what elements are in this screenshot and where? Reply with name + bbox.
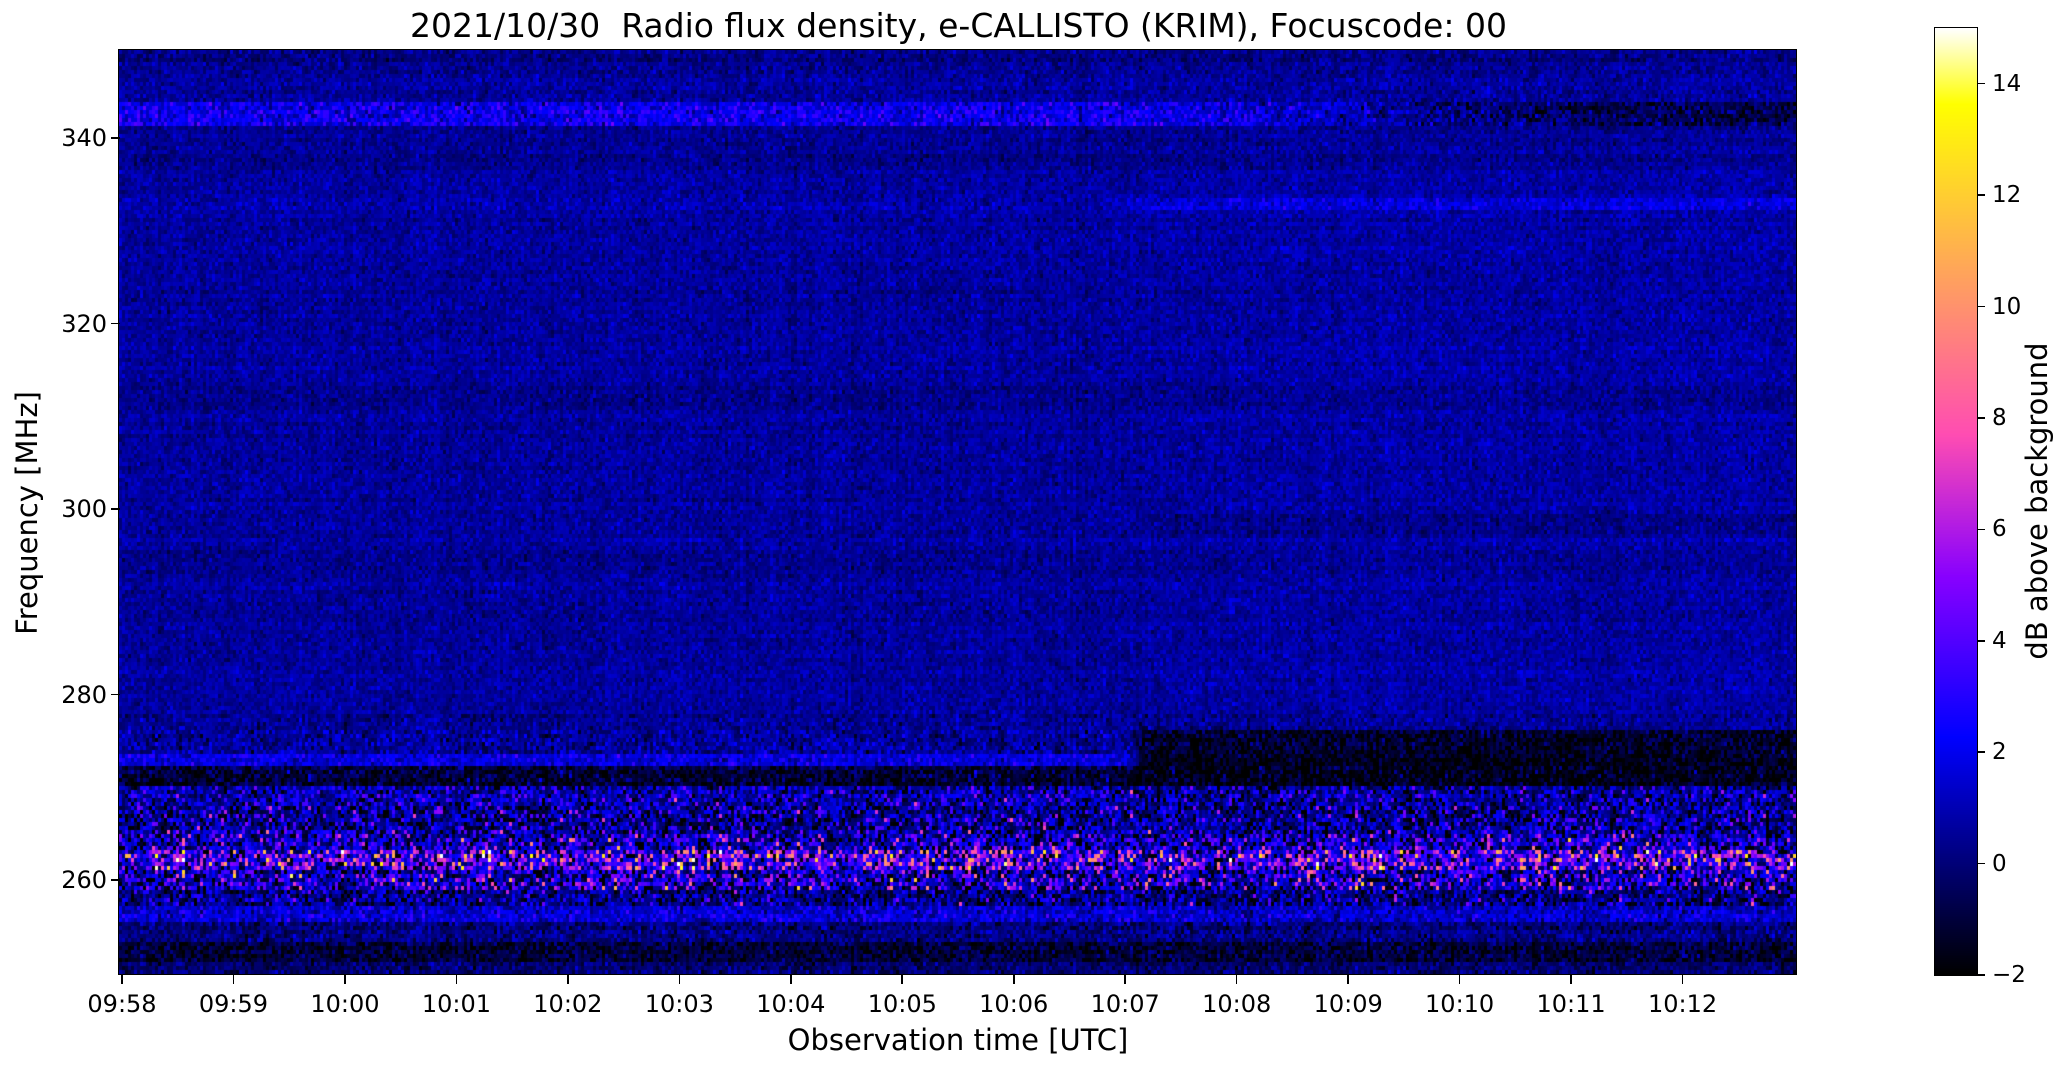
colorbar-tick-label: 14 [1992, 70, 2022, 97]
x-tick-mark [344, 975, 346, 984]
x-tick-label: 10:06 [979, 990, 1049, 1018]
x-tick-mark [1458, 975, 1461, 984]
colorbar-frame [1934, 27, 1978, 976]
x-tick-mark [232, 975, 235, 984]
colorbar-tick-mark [1978, 417, 1985, 419]
x-tick-mark [1235, 975, 1238, 984]
colorbar-tick-mark [1978, 974, 1985, 976]
x-tick-label: 10:02 [533, 990, 603, 1018]
x-tick-label: 10:00 [310, 990, 380, 1018]
axes-frame [118, 49, 1797, 975]
x-tick-mark [1012, 975, 1015, 984]
spectrogram-canvas [119, 50, 1796, 974]
y-tick-mark [111, 879, 120, 881]
x-tick-mark [1681, 975, 1684, 984]
colorbar-tick-label: 2 [1992, 739, 2007, 766]
x-tick-label: 10:08 [1202, 990, 1272, 1018]
y-tick-label: 300 [61, 495, 107, 523]
colorbar-tick-mark [1978, 639, 1985, 642]
x-tick-mark [1570, 975, 1572, 984]
colorbar-tick-mark [1978, 751, 1985, 753]
x-axis-label: Observation time [UTC] [787, 1023, 1129, 1057]
y-tick-mark [111, 322, 120, 325]
colorbar-tick-label: 12 [1992, 182, 2022, 209]
chart-title: 2021/10/30 Radio flux density, e-CALLIST… [410, 6, 1507, 45]
colorbar-tick-label: 0 [1992, 850, 2007, 877]
y-tick-label: 320 [61, 309, 107, 338]
x-tick-label: 10:10 [1425, 990, 1495, 1018]
colorbar-tick-mark [1978, 305, 1985, 308]
y-tick-mark [111, 693, 120, 696]
x-tick-mark [1347, 975, 1349, 984]
colorbar-tick-mark [1978, 528, 1985, 531]
colorbar-canvas [1935, 28, 1977, 975]
x-tick-label: 09:58 [87, 990, 157, 1018]
x-tick-label: 09:59 [198, 990, 269, 1018]
colorbar-tick-mark [1978, 194, 1985, 196]
figure-root: 2021/10/30 Radio flux density, e-CALLIST… [0, 0, 2066, 1067]
y-tick-label: 260 [61, 866, 107, 895]
colorbar-tick-label: 4 [1992, 627, 2007, 654]
x-tick-label: 10:12 [1647, 990, 1718, 1018]
colorbar-tick-label: 6 [1992, 516, 2007, 543]
y-tick-label: 280 [61, 680, 107, 709]
x-tick-label: 10:05 [867, 990, 937, 1018]
x-tick-mark [1124, 975, 1127, 984]
x-tick-mark [678, 975, 681, 984]
x-tick-mark [567, 975, 569, 984]
colorbar-tick-label: −2 [1992, 962, 2026, 988]
colorbar-tick-mark [1978, 82, 1985, 85]
x-tick-label: 10:07 [1090, 990, 1160, 1018]
colorbar-tick-label: 8 [1992, 404, 2007, 431]
x-tick-label: 10:09 [1313, 990, 1383, 1018]
y-tick-mark [111, 508, 120, 510]
x-tick-mark [901, 975, 904, 984]
colorbar-tick-label: 10 [1992, 293, 2022, 320]
colorbar-label: dB above background [2020, 342, 2054, 660]
x-tick-label: 10:03 [644, 990, 714, 1018]
x-tick-label: 10:01 [421, 990, 491, 1018]
x-tick-label: 10:11 [1536, 990, 1606, 1018]
x-tick-label: 10:04 [756, 990, 826, 1018]
colorbar-tick-mark [1978, 862, 1985, 865]
y-tick-mark [111, 137, 120, 139]
x-tick-mark [790, 975, 792, 984]
x-tick-mark [121, 975, 123, 984]
y-tick-label: 340 [61, 124, 107, 152]
x-tick-mark [455, 975, 458, 984]
